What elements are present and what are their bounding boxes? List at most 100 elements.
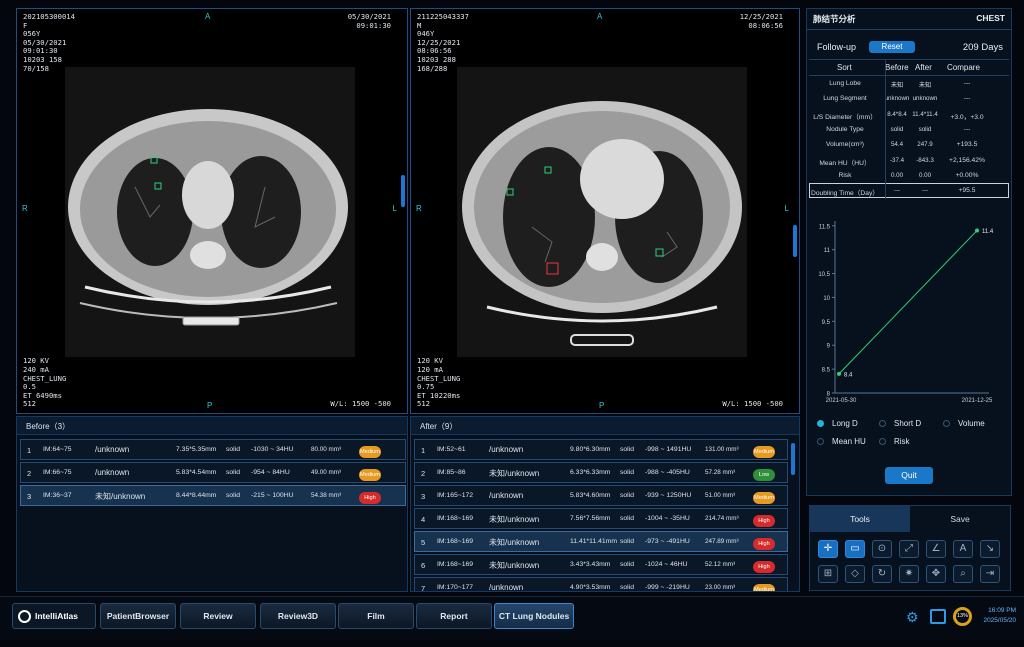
- orientation-top: A: [205, 12, 211, 21]
- table-row[interactable]: 1 IM:64~75/unknown 7.35*5.35mm solid -1030 ~…: [20, 439, 406, 460]
- metric-radio-short-d[interactable]: Short D: [879, 419, 921, 428]
- risk-badge: Medium: [753, 492, 775, 504]
- body-part-label: CHEST: [976, 13, 1005, 23]
- series-line: [838, 230, 978, 375]
- table-row[interactable]: 3 IM:165~172/unknown 5.83*4.60mm solid -939 …: [414, 485, 788, 506]
- row-label: Nodule Type: [826, 125, 864, 133]
- tools-panel: Tools Save ✛ ▭ ⊙ ⤢ ∠ A ↘ ⊞ ◇ ↻ ✷ ✥ ⌕ ⇥: [809, 505, 1011, 591]
- orientation-right: L: [392, 204, 397, 213]
- ct-image-before[interactable]: [65, 67, 355, 357]
- grid-icon[interactable]: ⊞: [818, 565, 838, 583]
- table-row[interactable]: 2 IM:85~86 未知/unknown 6.33*6.33mm solid -988 …: [414, 462, 788, 483]
- table-row[interactable]: 6 IM:168~169 未知/unknown 3.43*3.43mm solid -10…: [414, 554, 788, 575]
- y-tick-label: 8.5: [822, 368, 831, 374]
- hu-range: -973 ~ -491HU: [645, 538, 690, 545]
- slice-scrollbar[interactable]: [401, 175, 405, 207]
- image-range: IM:168~169: [437, 538, 474, 545]
- tab-report[interactable]: Report: [416, 603, 492, 629]
- viewer-before[interactable]: 202105300014 F 056Y 05/30/2021 09:01:30 …: [16, 8, 408, 414]
- radio-icon: [879, 420, 886, 427]
- viewer-after[interactable]: 211225043337 M 046Y 12/25/2021 08:06:56 …: [410, 8, 800, 414]
- row-number: 3: [421, 492, 426, 501]
- line-measure-icon[interactable]: ⤢: [899, 540, 919, 558]
- tab-ct-lung-nodules[interactable]: CT Lung Nodules: [494, 603, 574, 629]
- move-icon[interactable]: ✥: [926, 565, 946, 583]
- volume: 80.00 mm³: [311, 446, 342, 453]
- text-annotation-icon[interactable]: A: [953, 540, 973, 558]
- hu-range: -1004 ~ -35HU: [645, 515, 690, 522]
- metric-radio-risk[interactable]: Risk: [879, 437, 910, 446]
- metric-radio-mean-hu[interactable]: Mean HU: [817, 437, 866, 446]
- row-label: L/S Diameter（mm）: [813, 113, 877, 121]
- table-row[interactable]: 2 IM:66~75/unknown 5.83*4.54mm solid -954 ~ …: [20, 462, 406, 483]
- radio-label: Mean HU: [832, 437, 866, 446]
- row-number: 4: [421, 515, 426, 524]
- lung-segment: 未知/unknown: [489, 561, 540, 570]
- y-tick-label: 9.5: [822, 320, 831, 326]
- settings-gear-icon[interactable]: ⚙: [906, 609, 919, 626]
- metric-radio-volume[interactable]: Volume: [943, 419, 985, 428]
- orientation-left: R: [416, 204, 422, 213]
- quit-button[interactable]: Quit: [885, 467, 933, 484]
- diameter: 9.80*6.30mm: [570, 446, 611, 453]
- slice-scrollbar[interactable]: [793, 225, 797, 257]
- orientation-bottom: P: [599, 401, 605, 410]
- study-info-top-right: 12/25/2021 08:06:56: [739, 12, 783, 30]
- radio-label: Risk: [894, 437, 910, 446]
- exit-icon[interactable]: ⇥: [980, 565, 1000, 583]
- tab-film[interactable]: Film: [338, 603, 414, 629]
- row-label: Volume(cm³): [826, 141, 864, 149]
- clock-time: 16:09 PM: [988, 607, 1016, 614]
- image-range: IM:64~75: [43, 446, 72, 453]
- table-row[interactable]: 4 IM:168~169 未知/unknown 7.56*7.56mm solid -10…: [414, 508, 788, 529]
- divider: [807, 29, 1011, 30]
- compare-value: ---: [963, 80, 971, 87]
- diameter: 11.41*11.41mm: [570, 538, 617, 545]
- nodule-type: solid: [226, 469, 240, 476]
- angle-icon[interactable]: ∠: [926, 540, 946, 558]
- zoom-icon[interactable]: ⌕: [953, 565, 973, 583]
- reset-button[interactable]: Reset: [869, 41, 915, 53]
- settings-sparkle-icon[interactable]: ✷: [899, 565, 919, 583]
- crosshair-icon[interactable]: ✛: [818, 540, 838, 558]
- tab-review[interactable]: Review: [180, 603, 256, 629]
- tab-patientbrowser[interactable]: PatientBrowser: [100, 603, 176, 629]
- list-title: Before（3）: [17, 417, 407, 435]
- y-tick-label: 9: [827, 344, 831, 350]
- arrow-icon[interactable]: ↘: [980, 540, 1000, 558]
- divider: [885, 59, 886, 199]
- row-number: 1: [421, 446, 426, 455]
- eraser-icon[interactable]: ◇: [845, 565, 865, 583]
- orientation-bottom: P: [207, 401, 213, 410]
- table-row[interactable]: 5 IM:168~169 未知/unknown 11.41*11.41mm solid -…: [414, 531, 788, 552]
- volume: 49.00 mm³: [311, 469, 342, 476]
- scan-info-bottom-left: 120 KV 240 mA CHEST_LUNG 0.5 ET 6490ms 5…: [23, 356, 67, 409]
- metric-radio-long-d[interactable]: Long D: [817, 419, 858, 428]
- orientation-top: A: [597, 12, 603, 21]
- comment-icon[interactable]: ▭: [845, 540, 865, 558]
- study-info-top-left: 211225043337 M 046Y 12/25/2021 08:06:56 …: [417, 12, 469, 73]
- image-range: IM:85~86: [437, 469, 466, 476]
- row-number: 3: [27, 492, 32, 501]
- lung-segment: /unknown: [489, 445, 524, 454]
- circle-target-icon[interactable]: ⊙: [872, 540, 892, 558]
- progress-indicator: 13%: [953, 607, 972, 626]
- row-label: Risk: [838, 171, 852, 179]
- lung-segment: 未知/unknown: [95, 492, 146, 501]
- database-icon[interactable]: [930, 609, 946, 624]
- tab-review3d[interactable]: Review3D: [260, 603, 336, 629]
- rotate-icon[interactable]: ↻: [872, 565, 892, 583]
- diameter: 6.33*6.33mm: [570, 469, 611, 476]
- table-row[interactable]: 3 IM:36~37 未知/unknown 8.44*8.44mm solid -215 …: [20, 485, 406, 506]
- list-scrollbar[interactable]: [791, 443, 795, 475]
- tab-save[interactable]: Save: [910, 506, 1010, 532]
- row-number: 7: [421, 584, 426, 592]
- x-tick-label: 2021-05-30: [826, 398, 857, 404]
- row-number: 6: [421, 561, 426, 570]
- growth-chart: 8 8.5 9 9.5 10 10.5 11 11.5 2021-05-30 2021-12-25…: [818, 221, 994, 404]
- table-row[interactable]: 1 IM:52~61/unknown 9.80*6.30mm solid -998 ~ …: [414, 439, 788, 460]
- hu-range: -999 ~ -219HU: [645, 584, 690, 591]
- ct-image-after[interactable]: [457, 67, 747, 357]
- table-row[interactable]: 7 IM:170~177/unknown 4.90*3.53mm solid -999 …: [414, 577, 788, 592]
- tab-tools[interactable]: Tools: [810, 506, 910, 532]
